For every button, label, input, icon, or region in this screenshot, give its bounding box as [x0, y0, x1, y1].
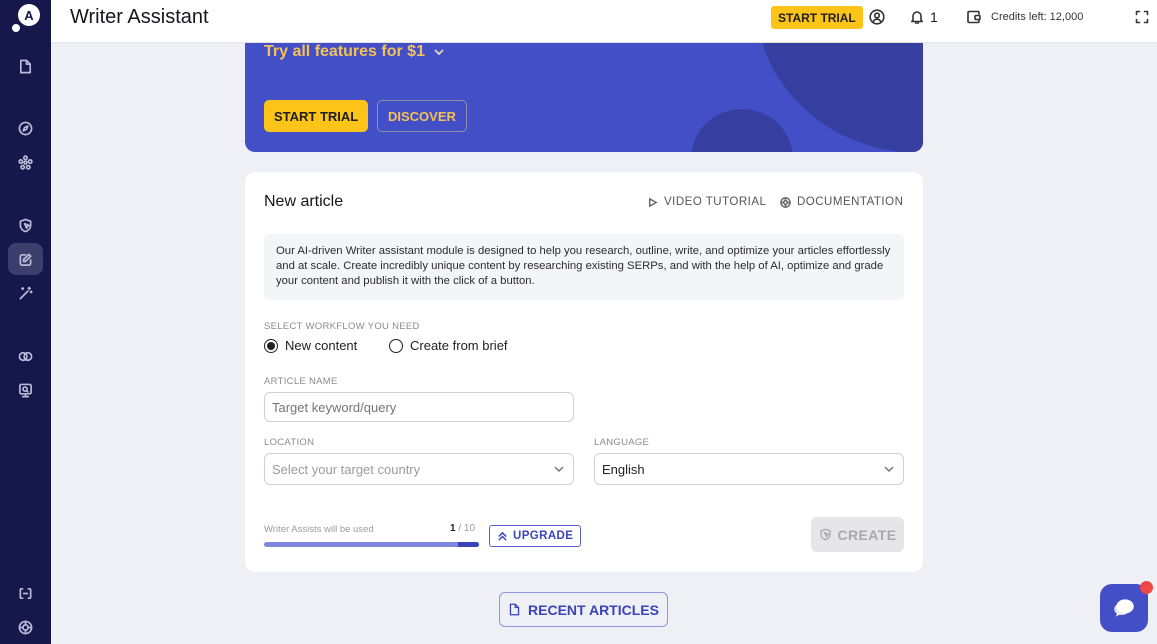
- shield-cursor-icon: [819, 528, 831, 541]
- page-title: Writer Assistant: [70, 6, 209, 28]
- sidebar-item-optimize[interactable]: [8, 209, 43, 241]
- article-name-input[interactable]: [264, 392, 574, 422]
- sidebar-item-compare[interactable]: [8, 340, 43, 372]
- chat-notification-badge: [1140, 581, 1153, 594]
- location-select[interactable]: Select your target country: [264, 453, 574, 485]
- fullscreen-icon: [1135, 10, 1149, 24]
- video-tutorial-label: VIDEO TUTORIAL: [664, 196, 767, 208]
- language-select[interactable]: English: [594, 453, 904, 485]
- sidebar-item-monitor[interactable]: [8, 374, 43, 406]
- user-circle-icon: [869, 9, 885, 25]
- chevron-down-icon: [884, 466, 894, 473]
- chat-bubbles-icon: [1114, 599, 1134, 617]
- assists-total: / 10: [458, 523, 476, 534]
- wallet-icon: [967, 10, 981, 24]
- cluster-icon: [18, 154, 33, 170]
- radio-checked-icon: [264, 338, 278, 353]
- lifebuoy-icon: [18, 620, 33, 634]
- assists-label: Writer Assists will be used: [264, 524, 374, 535]
- sidebar-item-ai-magic[interactable]: [8, 277, 43, 309]
- top-bar: Writer Assistant START TRIAL 1 Credits l…: [51, 0, 1157, 43]
- magic-wand-icon: [19, 286, 33, 299]
- lifebuoy-icon: [780, 196, 791, 208]
- sidebar-item-help[interactable]: [8, 611, 43, 643]
- bell-icon: [911, 11, 923, 24]
- radio-create-from-brief[interactable]: Create from brief: [389, 338, 508, 353]
- assists-used: 1: [450, 523, 456, 534]
- radio-label: New content: [285, 338, 358, 353]
- location-label: LOCATION: [264, 437, 315, 448]
- top-start-trial-button[interactable]: START TRIAL: [771, 6, 863, 29]
- video-tutorial-link[interactable]: VIDEO TUTORIAL: [647, 196, 766, 208]
- promo-banner: Try all features for $1 START TRIAL DISC…: [245, 43, 923, 152]
- monitor-search-icon: [19, 383, 32, 397]
- banner-title-toggle[interactable]: Try all features for $1: [264, 43, 445, 61]
- notifications-button[interactable]: [909, 9, 925, 25]
- shield-cursor-icon: [19, 218, 32, 232]
- overlap-circles-icon: [18, 351, 33, 361]
- new-article-card: New article VIDEO TUTORIAL DOCUMENTATION…: [245, 172, 923, 572]
- banner-start-trial-button[interactable]: START TRIAL: [264, 100, 369, 132]
- compass-icon: [18, 121, 33, 135]
- sidebar: A: [0, 0, 51, 644]
- upgrade-button[interactable]: UPGRADE: [489, 525, 582, 547]
- workflow-label: SELECT WORKFLOW YOU NEED: [264, 321, 420, 332]
- documentation-label: DOCUMENTATION: [797, 196, 904, 208]
- play-icon: [649, 197, 658, 207]
- sidebar-item-explore[interactable]: [8, 112, 43, 144]
- file-icon: [19, 59, 32, 73]
- double-chevron-up-icon: [498, 531, 507, 541]
- logo-icon: A: [18, 4, 40, 26]
- sidebar-item-integrations[interactable]: [8, 577, 43, 609]
- code-brackets-icon: [19, 587, 32, 599]
- module-description: Our AI-driven Writer assistant module is…: [264, 234, 904, 300]
- logo-dot: [12, 24, 20, 32]
- documentation-link[interactable]: DOCUMENTATION: [780, 196, 903, 208]
- create-label: CREATE: [837, 526, 897, 543]
- wallet-button[interactable]: [966, 9, 982, 25]
- upgrade-label: UPGRADE: [513, 530, 574, 542]
- account-button[interactable]: [869, 9, 885, 25]
- banner-title: Try all features for $1: [264, 43, 425, 60]
- card-title: New article: [264, 193, 344, 210]
- file-icon: [509, 603, 520, 616]
- sidebar-item-documents[interactable]: [8, 50, 43, 82]
- assists-count: 1 / 10: [450, 523, 475, 534]
- assists-progress-bar: [264, 542, 479, 547]
- assists-progress-fill: [457, 542, 479, 547]
- edit-icon: [19, 253, 32, 266]
- article-name-label: ARTICLE NAME: [264, 376, 338, 387]
- chevron-down-icon: [434, 49, 444, 56]
- chevron-down-icon: [554, 466, 564, 473]
- recent-articles-button[interactable]: RECENT ARTICLES: [499, 592, 668, 627]
- credits-left: Credits left: 12,000: [991, 11, 1084, 23]
- discover-button[interactable]: DISCOVER: [377, 100, 467, 132]
- app-logo[interactable]: A: [12, 4, 40, 32]
- notifications-count: 1: [930, 9, 938, 25]
- radio-new-content[interactable]: New content: [264, 338, 357, 353]
- chat-widget-button[interactable]: [1100, 581, 1153, 632]
- location-placeholder: Select your target country: [272, 461, 421, 477]
- radio-unchecked-icon: [389, 338, 403, 353]
- radio-label: Create from brief: [410, 338, 508, 353]
- fullscreen-button[interactable]: [1134, 9, 1150, 25]
- decorative-circle: [691, 109, 793, 152]
- recent-articles-label: RECENT ARTICLES: [528, 601, 659, 618]
- sidebar-item-clusters[interactable]: [8, 146, 43, 178]
- language-label: LANGUAGE: [594, 437, 650, 448]
- create-button[interactable]: CREATE: [811, 517, 904, 552]
- language-value: English: [602, 461, 645, 477]
- sidebar-item-writer[interactable]: [8, 243, 43, 275]
